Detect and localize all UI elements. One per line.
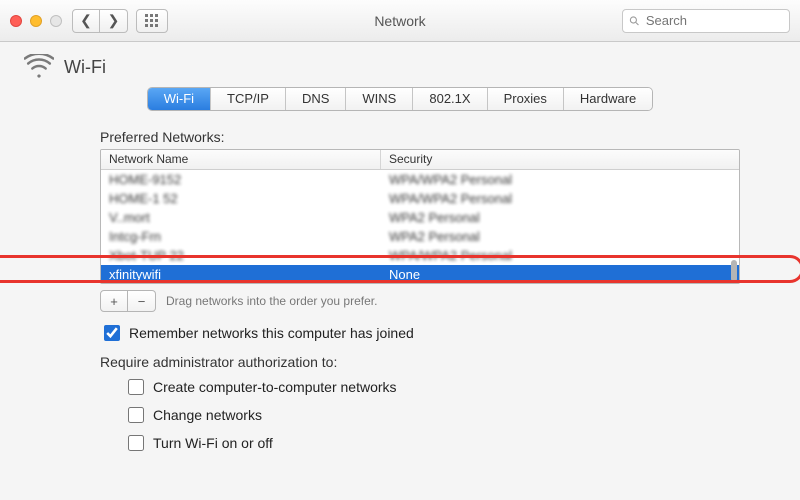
scrollbar-thumb[interactable] (731, 260, 737, 282)
tab-tcpip[interactable]: TCP/IP (211, 88, 286, 110)
add-network-button[interactable]: + (100, 290, 128, 312)
cell-name: Intcg-Frn (101, 227, 381, 246)
remember-networks-checkbox[interactable] (104, 325, 120, 341)
close-window-icon[interactable] (10, 15, 22, 27)
table-toolbar: + − Drag networks into the order you pre… (100, 290, 740, 312)
column-network-name[interactable]: Network Name (101, 150, 381, 169)
tab-proxies[interactable]: Proxies (488, 88, 564, 110)
cell-security: None (381, 265, 739, 284)
column-security[interactable]: Security (381, 150, 739, 169)
opt-change-networks-label: Change networks (153, 407, 262, 423)
cell-security: WPA2 Personal (381, 208, 739, 227)
opt-change-networks-row[interactable]: Change networks (124, 404, 740, 426)
wifi-icon (24, 54, 54, 81)
cell-name: HOME-1 52 (101, 189, 381, 208)
table-header: Network Name Security (101, 150, 739, 170)
cell-name: Xbot-TUP 22 (101, 246, 381, 265)
opt-toggle-wifi-label: Turn Wi-Fi on or off (153, 435, 273, 451)
drag-hint: Drag networks into the order you prefer. (166, 294, 377, 308)
require-auth-label: Require administrator authorization to: (100, 354, 740, 370)
tabs-row: Wi-Fi TCP/IP DNS WINS 802.1X Proxies Har… (0, 87, 800, 111)
opt-create-adhoc-label: Create computer-to-computer networks (153, 379, 397, 395)
cell-security: WPA/WPA2 Personal (381, 189, 739, 208)
minimize-window-icon[interactable] (30, 15, 42, 27)
tab-wins[interactable]: WINS (346, 88, 413, 110)
tab-8021x[interactable]: 802.1X (413, 88, 487, 110)
search-icon (629, 15, 640, 27)
page-title: Wi-Fi (64, 57, 106, 78)
remember-networks-label: Remember networks this computer has join… (129, 325, 414, 341)
preferred-networks-label: Preferred Networks: (100, 129, 740, 145)
traffic-lights (10, 15, 62, 27)
table-row[interactable]: Intcg-Frn WPA2 Personal (101, 227, 739, 246)
window-toolbar: ❮ ❯ Network (0, 0, 800, 42)
opt-create-adhoc-checkbox[interactable] (128, 379, 144, 395)
table-row[interactable]: HOME-1 52 WPA/WPA2 Personal (101, 189, 739, 208)
show-all-prefs-button[interactable] (136, 9, 168, 33)
opt-change-networks-checkbox[interactable] (128, 407, 144, 423)
table-row[interactable]: HOME-9152 WPA/WPA2 Personal (101, 170, 739, 189)
cell-security: WPA/WPA2 Personal (381, 246, 739, 265)
opt-toggle-wifi-checkbox[interactable] (128, 435, 144, 451)
table-row[interactable]: V..mort WPA2 Personal (101, 208, 739, 227)
content-area: Preferred Networks: Network Name Securit… (0, 111, 800, 454)
tab-wifi[interactable]: Wi-Fi (148, 88, 211, 110)
search-field-wrapper[interactable] (622, 9, 790, 33)
tab-dns[interactable]: DNS (286, 88, 346, 110)
preferred-networks-table[interactable]: Network Name Security HOME-9152 WPA/WPA2… (100, 149, 740, 284)
back-button[interactable]: ❮ (72, 9, 100, 33)
remember-networks-row[interactable]: Remember networks this computer has join… (100, 322, 740, 344)
add-remove-group: + − (100, 290, 156, 312)
opt-create-adhoc-row[interactable]: Create computer-to-computer networks (124, 376, 740, 398)
tabs-group: Wi-Fi TCP/IP DNS WINS 802.1X Proxies Har… (147, 87, 654, 111)
cell-name: xfinitywifi (101, 265, 381, 284)
page-header: Wi-Fi (0, 42, 800, 87)
table-row-selected[interactable]: xfinitywifi None (101, 265, 739, 284)
cell-security: WPA2 Personal (381, 227, 739, 246)
remove-network-button[interactable]: − (128, 290, 156, 312)
cell-name: HOME-9152 (101, 170, 381, 189)
forward-button[interactable]: ❯ (100, 9, 128, 33)
table-body: HOME-9152 WPA/WPA2 Personal HOME-1 52 WP… (101, 170, 739, 284)
cell-name: V..mort (101, 208, 381, 227)
tab-hardware[interactable]: Hardware (564, 88, 652, 110)
cell-security: WPA/WPA2 Personal (381, 170, 739, 189)
zoom-window-icon[interactable] (50, 15, 62, 27)
opt-toggle-wifi-row[interactable]: Turn Wi-Fi on or off (124, 432, 740, 454)
search-input[interactable] (644, 12, 783, 29)
require-auth-list: Create computer-to-computer networks Cha… (100, 376, 740, 454)
grid-icon (145, 14, 159, 28)
table-row[interactable]: Xbot-TUP 22 WPA/WPA2 Personal (101, 246, 739, 265)
